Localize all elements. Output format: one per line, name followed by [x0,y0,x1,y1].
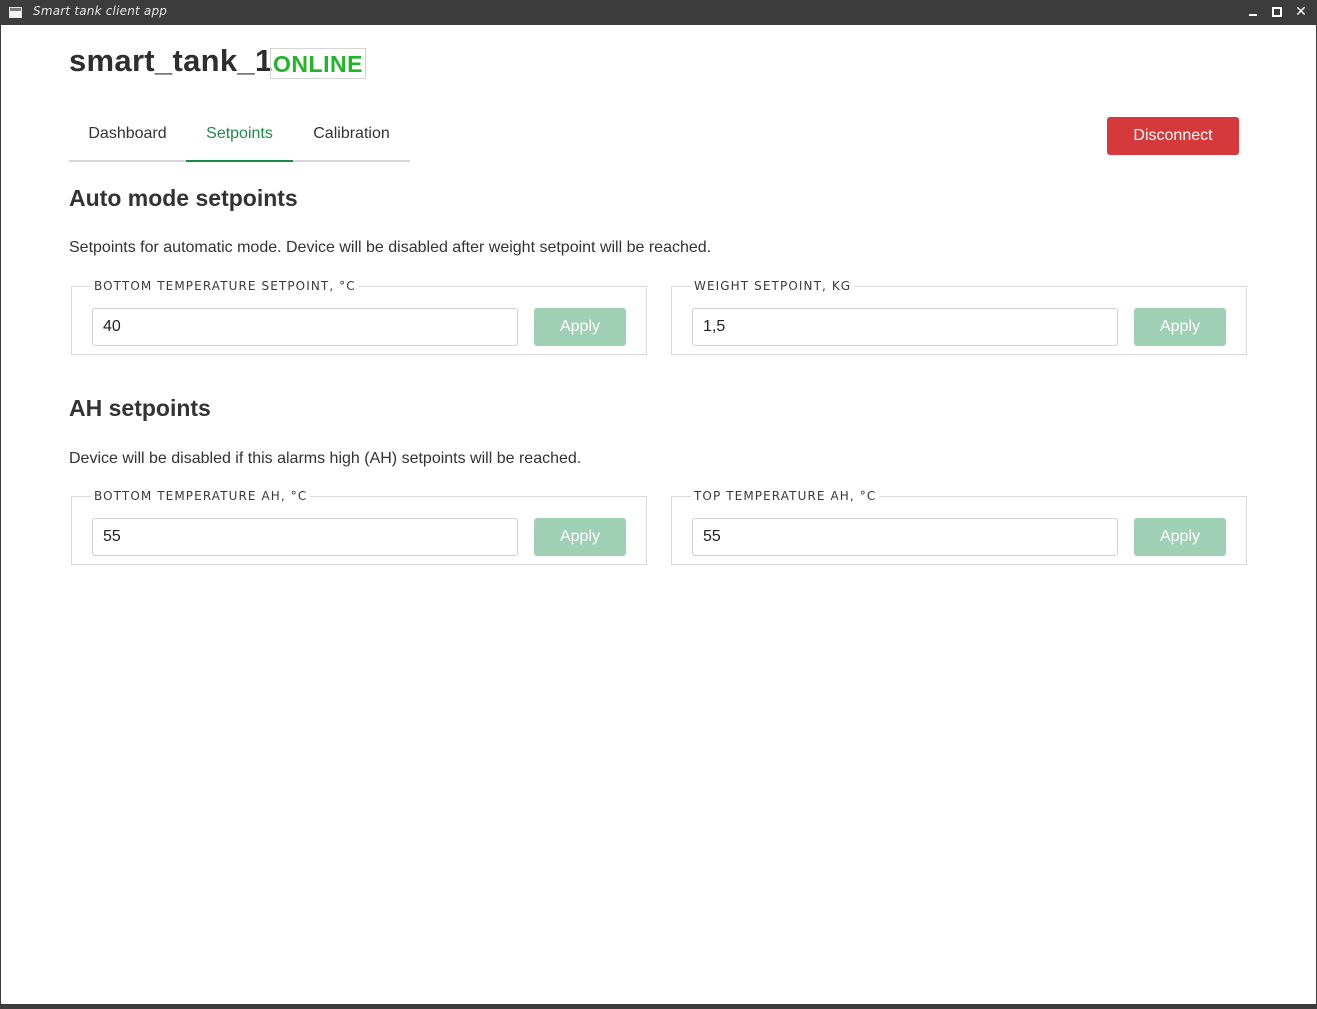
card-legend: BOTTOM TEMPERATURE SETPOINT, °C [94,279,356,293]
bottom-temperature-ah-card: BOTTOM TEMPERATURE AH, °C Apply [71,489,647,565]
ah-setpoints-title: AH setpoints [69,395,211,421]
bottom-temperature-ah-input[interactable] [92,518,518,556]
card-legend: TOP TEMPERATURE AH, °C [694,489,877,503]
top-temperature-ah-card: TOP TEMPERATURE AH, °C Apply [671,489,1247,565]
close-icon[interactable]: ✕ [1294,5,1308,19]
bottom-temperature-setpoint-input[interactable] [92,308,518,346]
maximize-icon[interactable] [1270,5,1284,19]
apply-weight-setpoint-button[interactable]: Apply [1134,308,1226,346]
weight-setpoint-input[interactable] [692,308,1118,346]
app-content: smart_tank_1 ONLINE Dashboard Setpoints … [1,25,1316,1004]
apply-bottom-temperature-setpoint-button[interactable]: Apply [534,308,626,346]
top-temperature-ah-input[interactable] [692,518,1118,556]
tab-dashboard[interactable]: Dashboard [69,118,186,160]
apply-bottom-temperature-ah-button[interactable]: Apply [534,518,626,556]
window-bottom-border [0,1004,1317,1009]
status-badge: ONLINE [270,48,366,79]
card-legend: BOTTOM TEMPERATURE AH, °C [94,489,308,503]
bottom-temperature-setpoint-card: BOTTOM TEMPERATURE SETPOINT, °C Apply [71,279,647,355]
ah-setpoints-description: Device will be disabled if this alarms h… [69,450,582,467]
tab-setpoints[interactable]: Setpoints [186,118,293,162]
tab-calibration[interactable]: Calibration [293,118,410,160]
tab-bar: Dashboard Setpoints Calibration [69,118,410,162]
device-name: smart_tank_1 [69,43,273,78]
minimize-icon[interactable] [1246,5,1260,19]
disconnect-button[interactable]: Disconnect [1107,117,1239,155]
auto-mode-title: Auto mode setpoints [69,185,298,211]
apply-top-temperature-ah-button[interactable]: Apply [1134,518,1226,556]
window-titlebar: Smart tank client app ✕ [0,0,1317,25]
app-window-icon [9,7,22,18]
auto-mode-description: Setpoints for automatic mode. Device wil… [69,239,712,256]
card-legend: WEIGHT SETPOINT, KG [694,279,852,293]
weight-setpoint-card: WEIGHT SETPOINT, KG Apply [671,279,1247,355]
window-title: Smart tank client app [33,4,168,18]
